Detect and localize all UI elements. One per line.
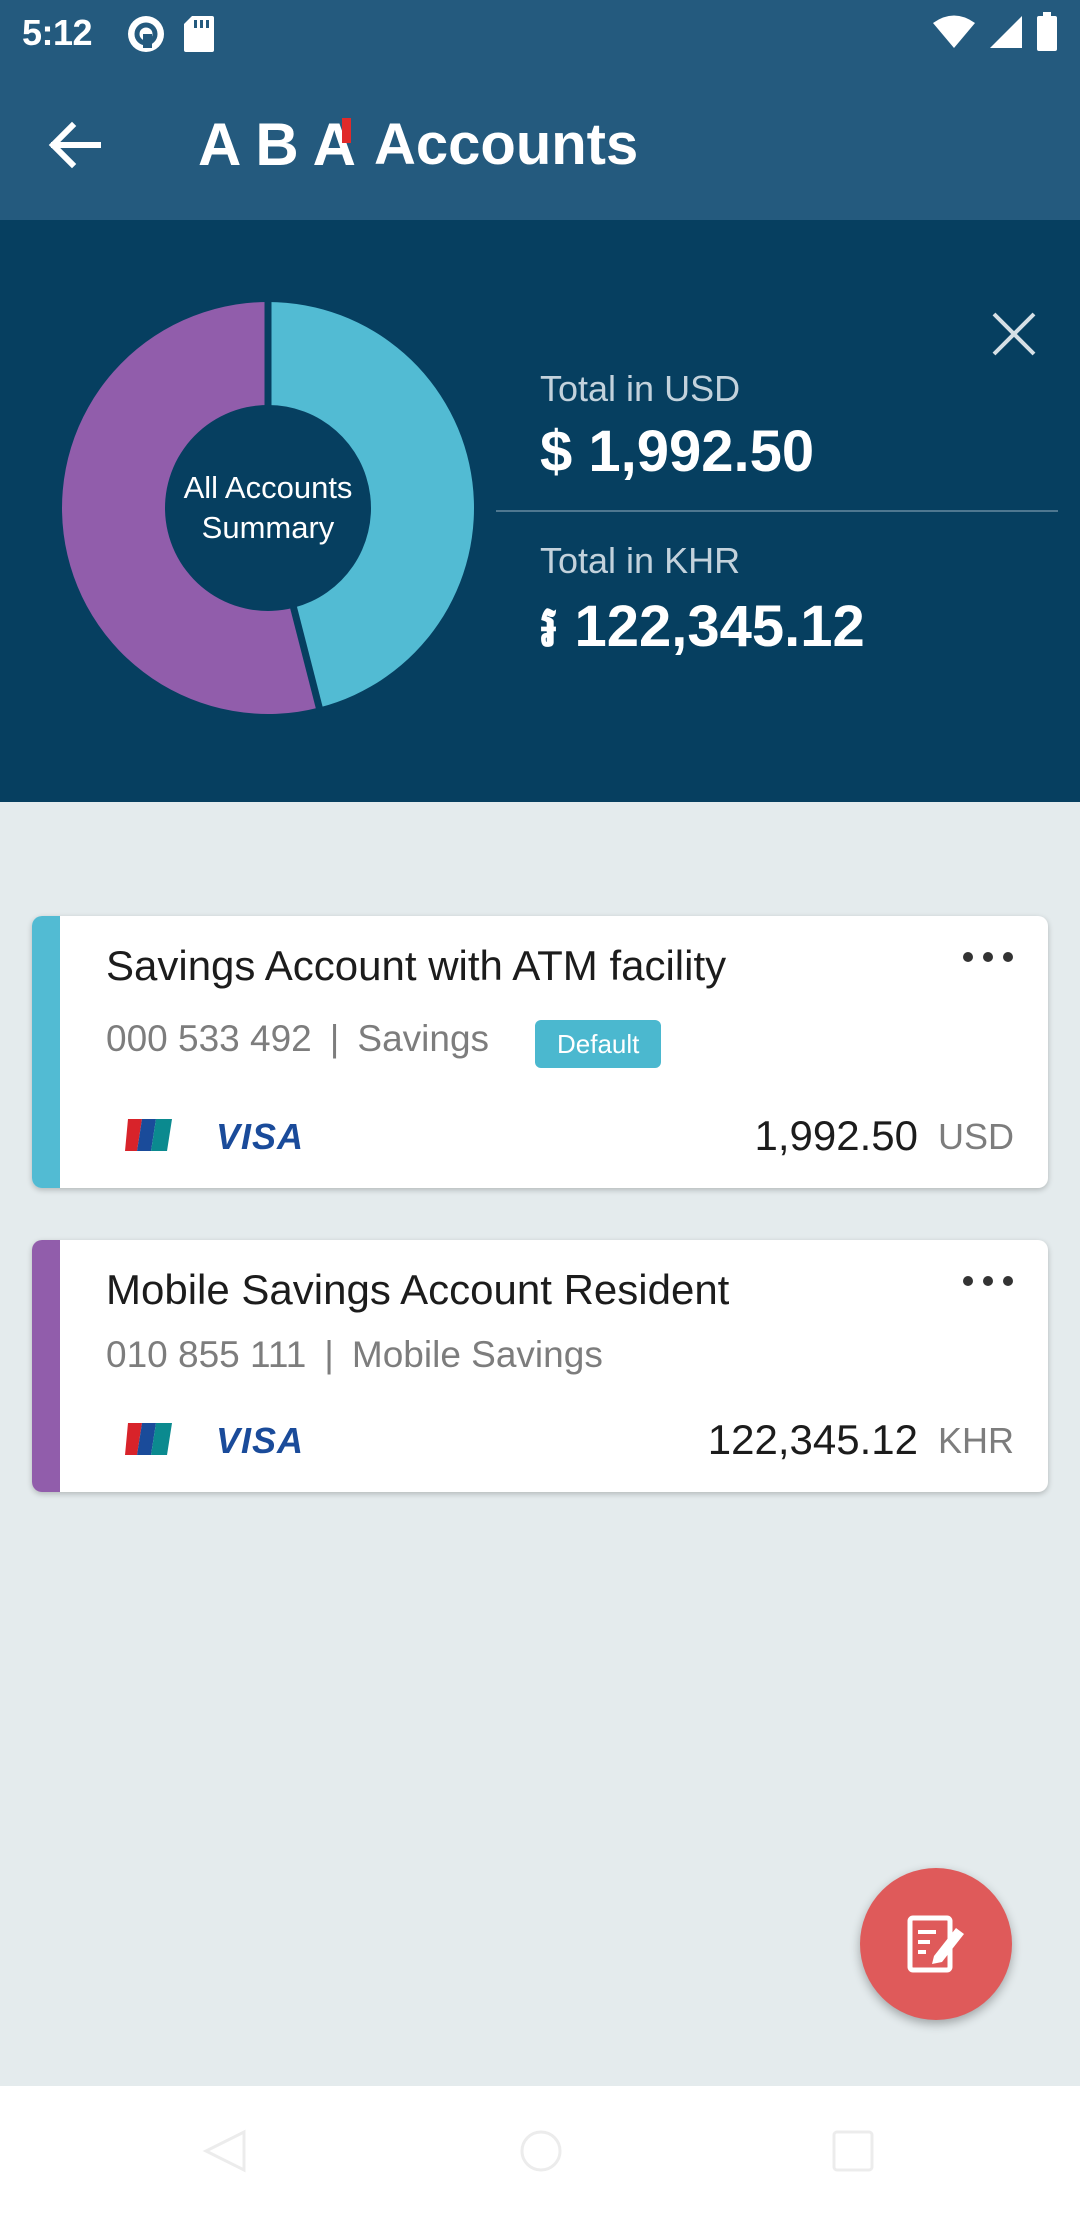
meta-separator: | xyxy=(329,1018,340,1059)
account-more-button[interactable] xyxy=(958,942,1018,972)
accounts-summary-panel: All Accounts Summary Total in USD $ 1,99… xyxy=(0,220,1080,802)
total-usd-label: Total in USD xyxy=(540,368,741,409)
page-title: Accounts xyxy=(374,112,639,177)
status-time: 5:12 xyxy=(22,12,93,53)
status-right-icons xyxy=(932,12,1058,52)
edit-note-icon xyxy=(907,1915,964,1973)
app-bar: ABA Accounts xyxy=(0,66,1080,220)
arrow-left-icon xyxy=(48,121,101,169)
unionpay-icon xyxy=(125,1423,172,1455)
system-navigation-bar xyxy=(0,2086,1080,2220)
account-number: 000 533 492 xyxy=(106,1018,312,1059)
nav-recents-icon[interactable] xyxy=(828,2126,878,2176)
visa-icon: VISA xyxy=(216,1116,305,1157)
nav-back-icon[interactable] xyxy=(200,2126,250,2176)
close-icon xyxy=(992,312,1036,356)
totals-divider xyxy=(496,510,1058,512)
account-type: Savings xyxy=(357,1018,490,1059)
account-meta: 000 533 492 | Savings xyxy=(106,1018,489,1060)
donut-center-label-line1: All Accounts xyxy=(183,470,353,505)
sd-card-icon xyxy=(184,16,214,52)
donut-center-label-line2: Summary xyxy=(201,510,335,545)
account-amount: 122,345.12 xyxy=(707,1416,918,1463)
unionpay-icon xyxy=(125,1119,172,1151)
account-amount: 1,992.50 xyxy=(754,1112,919,1159)
total-usd-value: $ 1,992.50 xyxy=(540,419,815,484)
total-khr-label: Total in KHR xyxy=(540,540,741,581)
total-khr-value: ៛ 122,345.12 xyxy=(540,594,865,659)
statement-fab[interactable] xyxy=(860,1868,1012,2020)
account-card-mobile-savings[interactable]: Mobile Savings Account Resident 010 855 … xyxy=(32,1240,1048,1492)
more-horizontal-icon xyxy=(963,1276,1013,1286)
status-bar: 5:12 xyxy=(0,0,1080,66)
account-type: Mobile Savings xyxy=(351,1334,603,1375)
status-left-icons xyxy=(126,14,216,54)
account-currency: KHR xyxy=(937,1420,1014,1461)
account-color-stripe xyxy=(32,1240,60,1492)
account-meta: 010 855 111 | Mobile Savings xyxy=(106,1334,603,1376)
visa-icon: VISA xyxy=(216,1420,305,1461)
more-horizontal-icon xyxy=(963,952,1013,962)
default-badge: Default xyxy=(535,1020,662,1068)
account-color-stripe xyxy=(32,916,60,1188)
account-card-savings[interactable]: Savings Account with ATM facility 000 53… xyxy=(32,916,1048,1188)
nav-home-icon[interactable] xyxy=(516,2126,566,2176)
close-summary-button[interactable] xyxy=(990,310,1038,358)
meta-separator: | xyxy=(324,1334,334,1375)
wifi-icon xyxy=(933,15,975,48)
account-number: 010 855 111 xyxy=(106,1334,307,1375)
cellular-signal-icon xyxy=(990,16,1022,48)
account-currency: USD xyxy=(937,1116,1014,1157)
donut-center-label: All Accounts Summary xyxy=(147,468,389,548)
pocket-casts-icon xyxy=(128,16,164,52)
battery-icon xyxy=(1037,12,1057,51)
aba-logo-mark xyxy=(342,118,351,143)
account-title: Mobile Savings Account Resident xyxy=(106,1266,730,1313)
account-more-button[interactable] xyxy=(958,1266,1018,1296)
account-title: Savings Account with ATM facility xyxy=(106,942,727,989)
back-button[interactable] xyxy=(40,110,110,180)
